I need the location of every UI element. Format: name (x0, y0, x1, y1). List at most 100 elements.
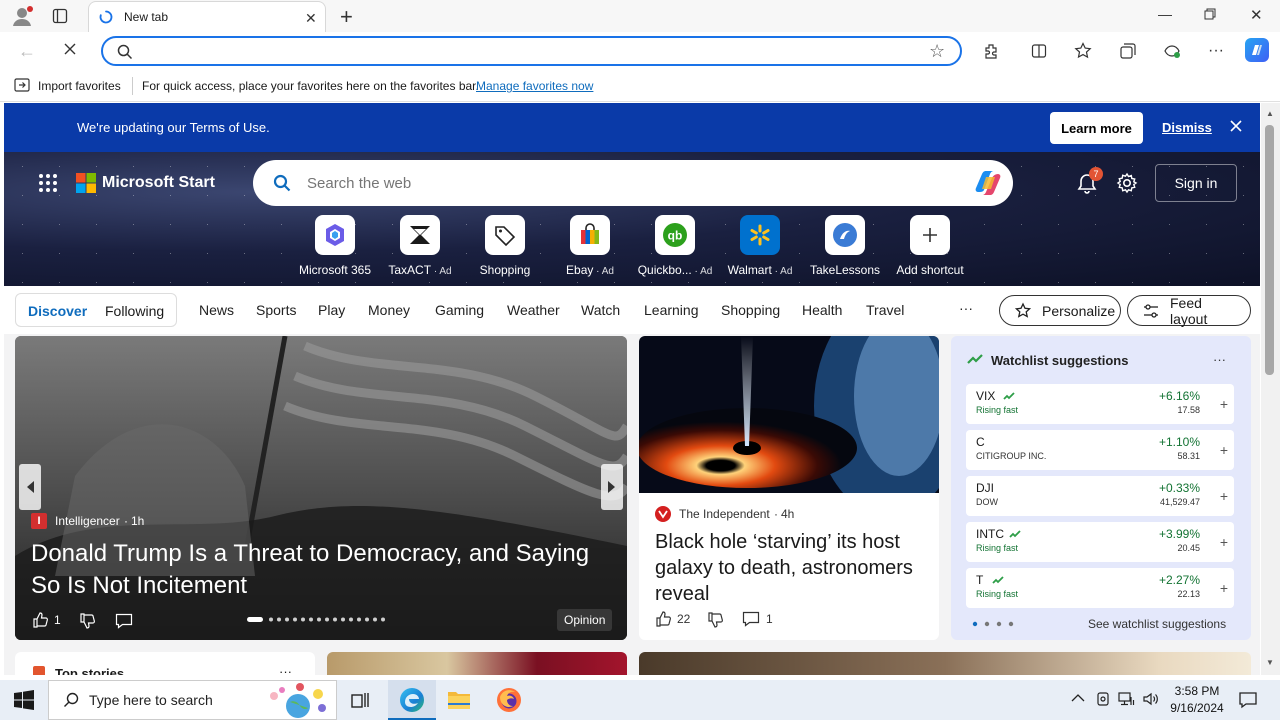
carousel-prev-button[interactable] (19, 464, 41, 510)
tab-discover[interactable]: Discover (28, 303, 87, 319)
import-favorites-button[interactable]: Import favorites (38, 79, 121, 93)
carousel-dot[interactable] (325, 617, 329, 622)
food-story-card[interactable] (327, 652, 627, 675)
nav-play[interactable]: Play (318, 302, 345, 318)
watchlist-page-dot[interactable] (996, 621, 1002, 627)
device-icon[interactable] (1095, 691, 1111, 707)
brand-name[interactable]: Microsoft Start (102, 174, 215, 192)
show-hidden-icons-icon[interactable] (1071, 693, 1085, 703)
shortcut-ebay[interactable]: Ebay · Ad (548, 215, 632, 277)
tab-actions-icon[interactable] (52, 8, 68, 24)
carousel-dot-active[interactable] (247, 617, 263, 622)
dismiss-link[interactable]: Dismiss (1162, 120, 1212, 135)
profile-icon[interactable] (10, 5, 34, 27)
add-to-watchlist-icon[interactable]: + (1214, 532, 1234, 552)
sign-in-button[interactable]: Sign in (1155, 164, 1237, 202)
windows-start-icon[interactable] (14, 690, 34, 710)
extensions-icon[interactable] (975, 35, 1007, 67)
carousel-dot[interactable] (333, 617, 337, 622)
back-icon[interactable]: ← (18, 41, 36, 62)
file-explorer-icon[interactable] (447, 689, 471, 711)
network-icon[interactable] (1118, 691, 1136, 707)
carousel-dot[interactable] (341, 617, 345, 622)
collections-icon[interactable] (1112, 35, 1144, 67)
copilot-icon[interactable] (1244, 37, 1270, 63)
watchlist-row[interactable]: VIX Rising fast +6.16% 17.58 + (966, 384, 1234, 424)
carousel-dot[interactable] (317, 617, 321, 622)
carousel-indicator[interactable] (247, 616, 407, 624)
shortcut-taxact[interactable]: TaxACT · Ad (378, 215, 462, 277)
side-story-card[interactable]: The Independent · 4h Black hole ‘starvin… (639, 336, 939, 640)
shortcut-shopping[interactable]: Shopping (463, 215, 547, 277)
nav-learning[interactable]: Learning (644, 302, 699, 318)
comment-button[interactable]: 1 (742, 611, 773, 627)
nav-money[interactable]: Money (368, 302, 410, 318)
nav-shopping[interactable]: Shopping (721, 302, 780, 318)
close-notice-icon[interactable] (1228, 118, 1244, 134)
page-scrollbar[interactable]: ▲ ▼ (1261, 103, 1280, 675)
restore-icon[interactable] (1204, 8, 1216, 20)
address-bar[interactable]: ☆ (101, 36, 962, 66)
shortcut-walmart[interactable]: Walmart · Ad (718, 215, 802, 277)
tab-new-tab[interactable]: New tab ✕ (88, 1, 326, 32)
task-view-icon[interactable] (350, 690, 370, 710)
watchlist-row[interactable]: INTC Rising fast +3.99% 20.45 + (966, 522, 1234, 562)
taskbar-edge-active[interactable] (388, 680, 436, 720)
dislike-icon[interactable] (79, 613, 95, 629)
carousel-dot[interactable] (373, 617, 377, 622)
watchlist-row[interactable]: DJI DOW +0.33% 41,529.47 + (966, 476, 1234, 516)
carousel-dot[interactable] (309, 617, 313, 622)
story-source[interactable]: The Independent (679, 507, 770, 521)
shortcut-microsoft-365[interactable]: Microsoft 365 (293, 215, 377, 277)
feed-layout-button[interactable]: Feed layout (1127, 295, 1251, 327)
see-watchlist-suggestions-link[interactable]: See watchlist suggestions (1088, 617, 1226, 631)
photo-story-card[interactable] (639, 652, 1251, 675)
learn-more-button[interactable]: Learn more (1050, 112, 1143, 144)
top-stories-more-button[interactable]: ··· (279, 664, 292, 675)
nav-news[interactable]: News (199, 302, 234, 318)
carousel-dot[interactable] (301, 617, 305, 622)
watchlist-more-button[interactable]: ··· (1213, 352, 1226, 367)
add-to-watchlist-icon[interactable]: + (1214, 578, 1234, 598)
dislike-icon[interactable] (707, 612, 723, 628)
nav-more-button[interactable]: ··· (959, 300, 973, 316)
story-headline[interactable]: Black hole ‘starving’ its host galaxy to… (655, 529, 927, 607)
app-launcher-icon[interactable] (38, 173, 58, 193)
shortcut-takelessons[interactable]: TakeLessons (803, 215, 887, 277)
carousel-dot[interactable] (365, 617, 369, 622)
clock-time[interactable]: 3:58 PM (1172, 684, 1222, 698)
address-input[interactable] (143, 41, 923, 61)
comment-icon[interactable] (115, 613, 133, 629)
watchlist-page-dot[interactable] (972, 621, 978, 627)
like-button[interactable]: 1 (32, 612, 61, 628)
favorites-icon[interactable] (1067, 35, 1099, 67)
close-window-icon[interactable]: ✕ (1250, 6, 1263, 24)
settings-more-icon[interactable]: ··· (1200, 35, 1232, 67)
nav-sports[interactable]: Sports (256, 302, 296, 318)
split-screen-icon[interactable] (1023, 35, 1055, 67)
stop-loading-icon[interactable] (62, 41, 78, 57)
nav-gaming[interactable]: Gaming (435, 302, 484, 318)
nav-travel[interactable]: Travel (866, 302, 904, 318)
carousel-dot[interactable] (381, 617, 385, 622)
carousel-dot[interactable] (277, 617, 281, 622)
browser-essentials-icon[interactable] (1156, 35, 1188, 67)
watchlist-page-indicator[interactable] (971, 620, 1031, 628)
favorite-star-icon[interactable]: ☆ (929, 41, 945, 62)
carousel-next-button[interactable] (601, 464, 623, 510)
copilot-search-icon[interactable] (972, 168, 1004, 198)
like-button[interactable]: 22 (655, 611, 690, 627)
web-search-box[interactable] (253, 160, 1013, 206)
shortcut-quickbooks[interactable]: qb Quickbo... · Ad (633, 215, 717, 277)
story-headline[interactable]: Donald Trump Is a Threat to Democracy, a… (31, 538, 616, 602)
carousel-dot[interactable] (357, 617, 361, 622)
scrollbar-thumb[interactable] (1265, 125, 1274, 375)
clock-date[interactable]: 9/16/2024 (1166, 701, 1228, 715)
close-tab-icon[interactable]: ✕ (305, 10, 317, 27)
personalize-button[interactable]: Personalize (999, 295, 1121, 326)
nav-health[interactable]: Health (802, 302, 842, 318)
new-tab-icon[interactable]: + (340, 4, 353, 30)
watchlist-row[interactable]: T Rising fast +2.27% 22.13 + (966, 568, 1234, 608)
carousel-dot[interactable] (269, 617, 273, 622)
add-to-watchlist-icon[interactable]: + (1214, 394, 1234, 414)
